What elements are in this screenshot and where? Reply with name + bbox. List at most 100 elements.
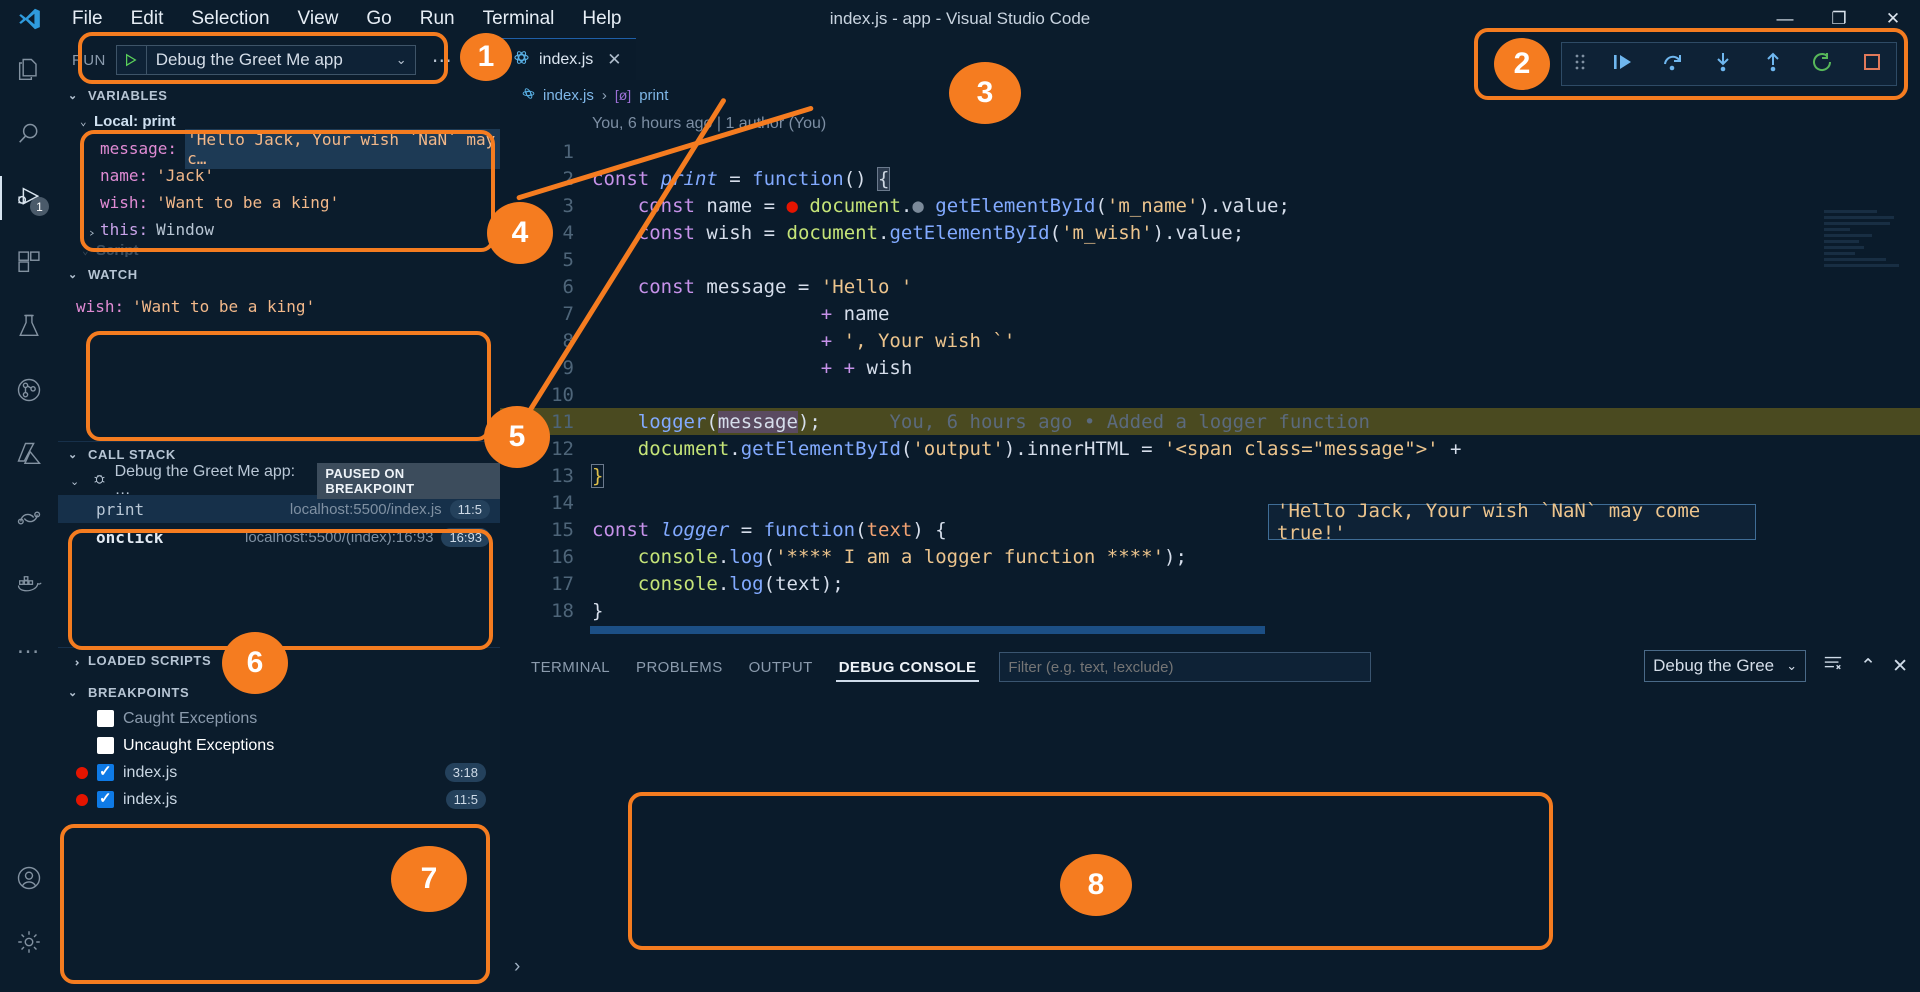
chevron-down-icon[interactable]: ⌄	[1786, 658, 1797, 674]
menu-item-file[interactable]: File	[58, 4, 117, 34]
close-icon[interactable]: ✕	[1892, 655, 1908, 678]
debug-toolbar[interactable]	[1561, 42, 1897, 86]
code-line[interactable]: 3 const name = ● document.● getElementBy…	[500, 192, 1920, 219]
code-line[interactable]: 9 + + wish	[500, 354, 1920, 381]
settings-gear-icon[interactable]	[0, 910, 58, 974]
breakpoint-label: index.js	[123, 763, 178, 781]
code-line[interactable]: 16 console.log('**** I am a logger funct…	[500, 543, 1920, 570]
call-stack-frame-onclick[interactable]: onclick localhost:5500/(index):16:93 16:…	[58, 523, 500, 551]
explorer-icon[interactable]	[0, 38, 58, 102]
run-configuration-select[interactable]: Debug the Greet Me app ⌄	[115, 45, 416, 75]
docker-icon[interactable]	[0, 550, 58, 614]
drag-handle-icon[interactable]	[1575, 53, 1585, 76]
chevron-down-icon: ⌄	[68, 89, 78, 102]
watch-section-header[interactable]: ⌄ WATCH	[58, 261, 500, 287]
inline-codelens[interactable]: You, 6 hours ago • Added a logger functi…	[889, 411, 1369, 433]
remote-explorer-icon[interactable]	[0, 486, 58, 550]
source-control-icon[interactable]	[0, 358, 58, 422]
menu-item-edit[interactable]: Edit	[117, 4, 178, 34]
tab-output[interactable]: OUTPUT	[736, 646, 826, 688]
call-stack-session-row[interactable]: ⌄ Debug the Greet Me app: … PAUSED ON BR…	[58, 463, 500, 499]
search-icon[interactable]	[0, 102, 58, 166]
code-line[interactable]: 13 }	[500, 462, 1920, 489]
menu-item-selection[interactable]: Selection	[177, 4, 283, 34]
code-line[interactable]: 10	[500, 381, 1920, 408]
step-over-icon[interactable]	[1661, 51, 1685, 78]
breadcrumb-file[interactable]: index.js	[543, 87, 594, 104]
tab-index-js[interactable]: index.js ✕	[500, 38, 636, 80]
step-into-icon[interactable]	[1711, 51, 1735, 78]
breakpoint-row-caught[interactable]: Caught Exceptions	[58, 705, 500, 732]
maximize-icon[interactable]: ❐	[1812, 0, 1866, 38]
menu-item-run[interactable]: Run	[406, 4, 469, 34]
method-icon: [ø]	[614, 87, 632, 103]
variables-section-header[interactable]: ⌄ VARIABLES	[58, 82, 500, 108]
clear-console-icon[interactable]	[1822, 653, 1844, 679]
menu-item-go[interactable]: Go	[352, 4, 405, 34]
breakpoint-checkbox[interactable]	[97, 710, 114, 727]
menu-item-view[interactable]: View	[284, 4, 353, 34]
variables-hidden-scope[interactable]: ⌄ Script	[74, 243, 500, 257]
breakpoint-row-uncaught[interactable]: Uncaught Exceptions	[58, 732, 500, 759]
variable-row-wish[interactable]: wish: 'Want to be a king'	[74, 189, 500, 216]
status-badge: PAUSED ON BREAKPOINT	[317, 463, 500, 499]
code-line[interactable]: 7 + name	[500, 300, 1920, 327]
step-out-icon[interactable]	[1761, 51, 1785, 78]
chevron-up-icon[interactable]: ⌃	[1860, 655, 1876, 678]
close-icon[interactable]: ✕	[1866, 0, 1920, 38]
run-and-debug-icon[interactable]: 1	[0, 166, 58, 230]
code-line[interactable]: 6 const message = 'Hello '	[500, 273, 1920, 300]
breakpoint-checkbox[interactable]	[97, 737, 114, 754]
stop-icon[interactable]	[1861, 51, 1883, 78]
hidden-scope-label: Script	[96, 243, 139, 257]
code-line[interactable]: 12 document.getElementById('output').inn…	[500, 435, 1920, 462]
breadcrumb-symbol[interactable]: print	[639, 87, 668, 104]
variable-row-this[interactable]: ⌄ this: Window	[74, 216, 500, 243]
menu-item-help[interactable]: Help	[568, 4, 635, 34]
code-line[interactable]: 1	[500, 138, 1920, 165]
call-stack-frame-print[interactable]: print localhost:5500/index.js 11:5	[58, 495, 500, 523]
run-configuration-label: Debug the Greet Me app	[155, 50, 343, 69]
code-line[interactable]: 8 + ', Your wish `'	[500, 327, 1920, 354]
debug-session-select[interactable]: Debug the Gree ⌄	[1644, 650, 1807, 682]
breakpoint-checkbox[interactable]	[97, 789, 114, 808]
line-content: const message = 'Hello '	[637, 275, 913, 298]
code-line[interactable]: 4 const wish = document.getElementById('…	[500, 219, 1920, 246]
breakpoint-row-indexjs-1[interactable]: index.js 3:18	[58, 759, 500, 786]
accounts-icon[interactable]	[0, 846, 58, 910]
chevron-right-icon[interactable]: ⌄	[83, 223, 96, 237]
code-line-current[interactable]: 11 logger(message); You, 6 hours ago • A…	[500, 408, 1920, 435]
tab-debug-console[interactable]: DEBUG CONSOLE	[826, 646, 990, 688]
tab-terminal[interactable]: TERMINAL	[518, 646, 623, 688]
breakpoint-row-indexjs-2[interactable]: index.js 11:5	[58, 786, 500, 813]
more-icon[interactable]: …	[0, 614, 58, 678]
code-area[interactable]: 1 2 const print = function() { 3 const n…	[500, 138, 1920, 698]
debug-console-prompt[interactable]: ›	[514, 956, 520, 978]
debug-console-output[interactable]	[518, 694, 1920, 952]
play-icon[interactable]	[117, 46, 147, 74]
filter-input[interactable]	[999, 652, 1372, 682]
menu-item-terminal[interactable]: Terminal	[469, 4, 569, 34]
code-line[interactable]: 5	[500, 246, 1920, 273]
watch-row-wish[interactable]: wish: 'Want to be a king'	[76, 293, 500, 320]
close-icon[interactable]: ✕	[607, 50, 621, 70]
breakpoint-label: index.js	[123, 790, 178, 808]
code-line[interactable]: 18 }	[500, 597, 1920, 624]
line-number: 1	[562, 140, 574, 163]
minimize-icon[interactable]: —	[1758, 0, 1812, 38]
code-line[interactable]: 17 console.log(text);	[500, 570, 1920, 597]
code-line[interactable]: 2 const print = function() {	[500, 165, 1920, 192]
variable-row-message[interactable]: message: 'Hello Jack, Your wish `NaN` ma…	[74, 128, 500, 169]
call-stack-title: CALL STACK	[88, 447, 176, 462]
ellipsis-icon[interactable]: ⋯	[426, 48, 459, 73]
breakpoint-checkbox[interactable]	[97, 762, 114, 781]
continue-icon[interactable]	[1611, 51, 1635, 78]
chevron-down-icon[interactable]: ⌄	[388, 52, 415, 68]
tab-problems[interactable]: PROBLEMS	[623, 646, 736, 688]
testing-icon[interactable]	[0, 294, 58, 358]
restart-icon[interactable]	[1811, 51, 1835, 78]
variables-body: ⌄ Local: print message: 'Hello Jack, You…	[58, 108, 500, 257]
azure-icon[interactable]	[0, 422, 58, 486]
extensions-icon[interactable]	[0, 230, 58, 294]
editor-horizontal-scrollbar[interactable]	[590, 626, 1265, 634]
